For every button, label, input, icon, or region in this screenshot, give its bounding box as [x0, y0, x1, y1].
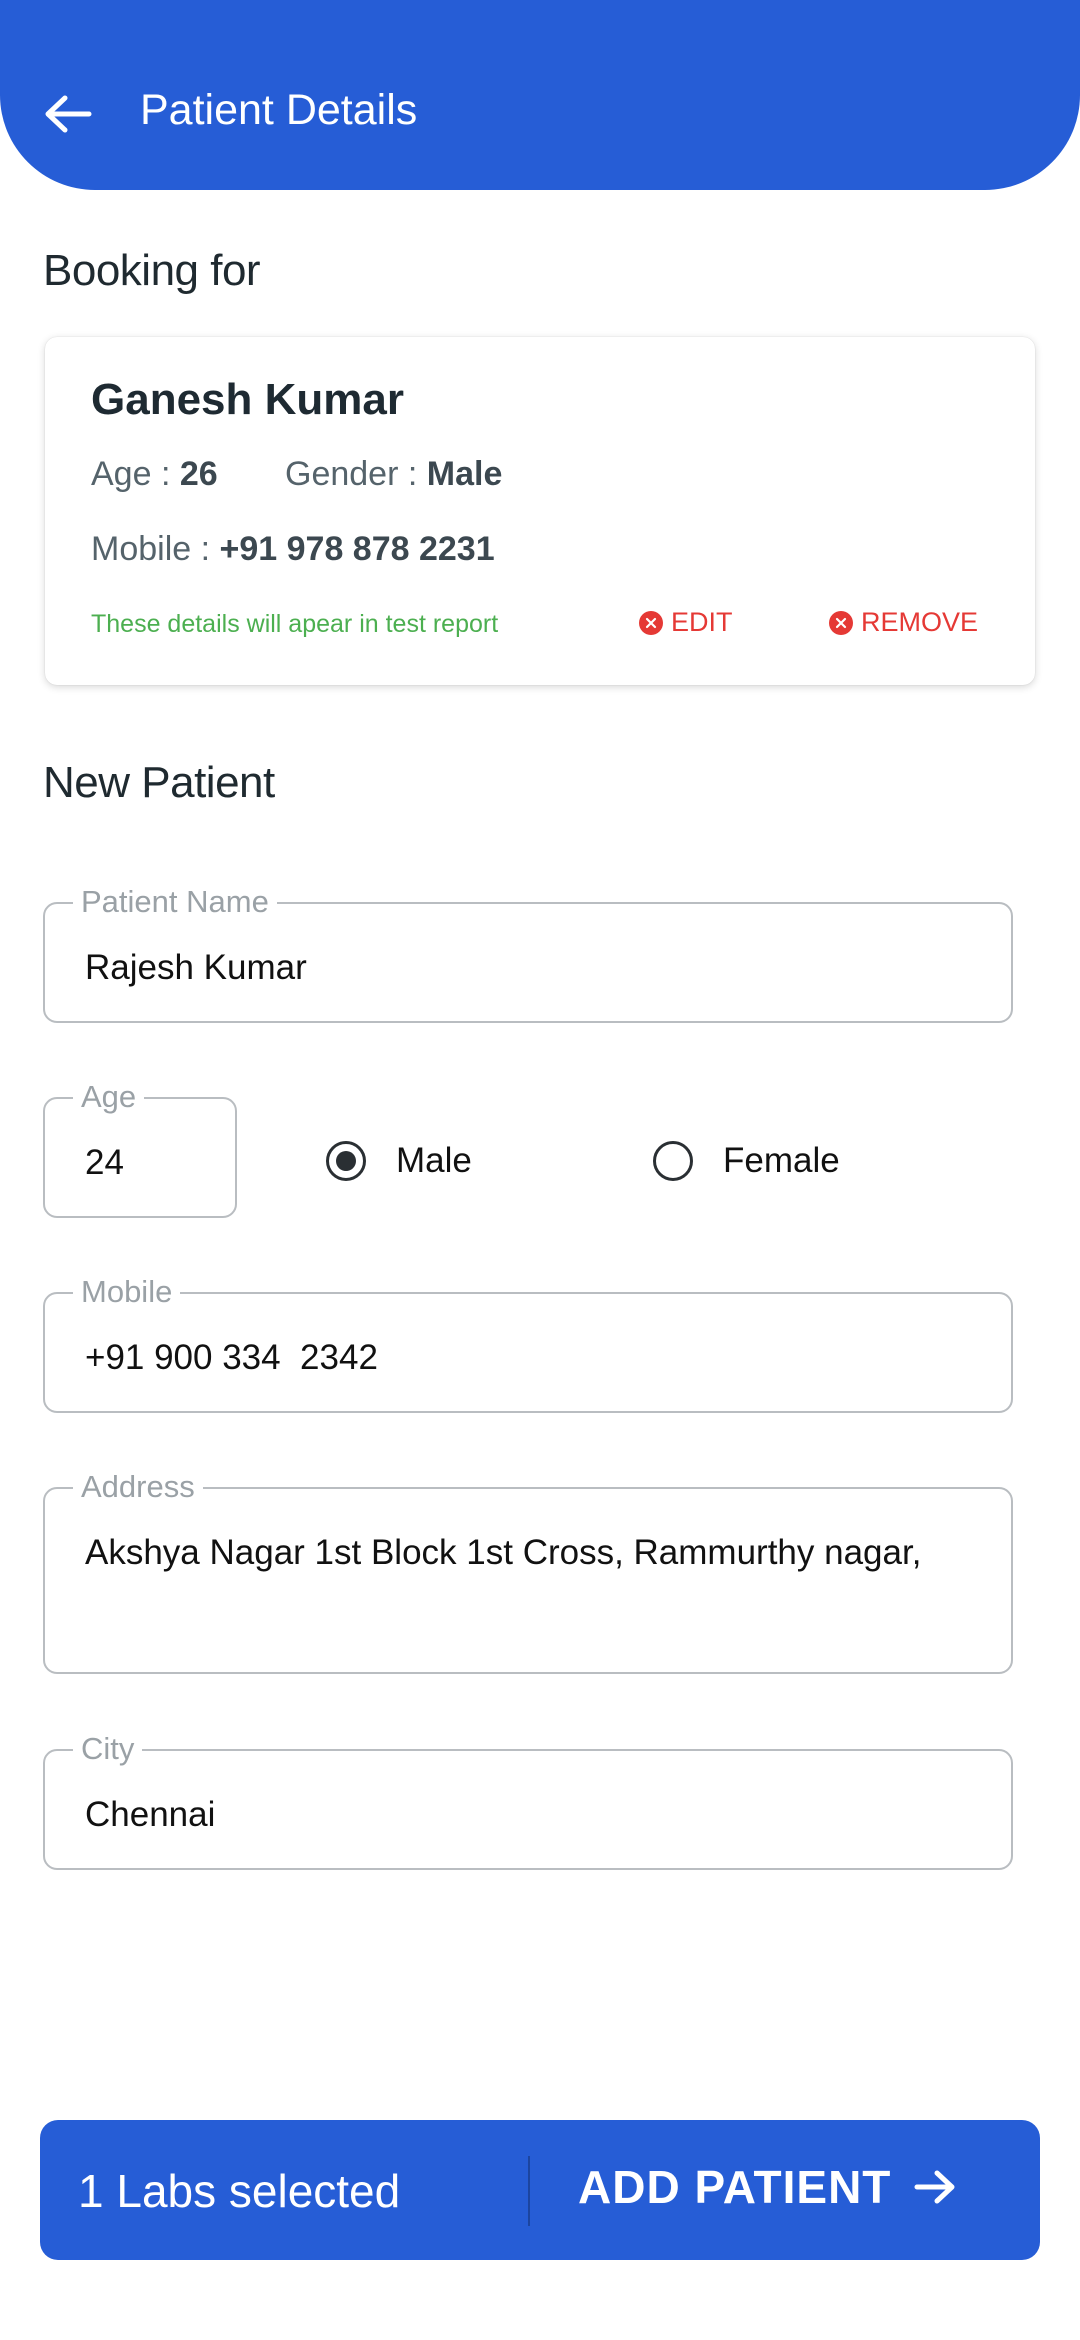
address-field-value: Akshya Nagar 1st Block 1st Cross, Rammur…	[85, 1533, 922, 1572]
app-header: Patient Details	[0, 0, 1080, 190]
add-patient-label: ADD PATIENT	[578, 2161, 892, 2213]
radio-checked-icon	[326, 1141, 366, 1181]
edit-button[interactable]: EDIT	[639, 607, 733, 638]
mobile-field[interactable]: Mobile +91 900 334 2342	[43, 1272, 1013, 1413]
city-field-label: City	[73, 1729, 143, 1769]
city-field-value: Chennai	[85, 1795, 216, 1834]
patient-name-label: Patient Name	[73, 882, 277, 922]
booking-patient-name: Ganesh Kumar	[91, 375, 404, 424]
booking-patient-card: Ganesh Kumar Age : 26 Gender : Male Mobi…	[45, 337, 1035, 685]
mobile-label: Mobile :	[91, 530, 211, 568]
age-field[interactable]: Age 24	[43, 1077, 237, 1218]
age-value: 26	[179, 455, 218, 493]
booking-gender: Gender : Male	[285, 455, 502, 494]
address-field[interactable]: Address Akshya Nagar 1st Block 1st Cross…	[43, 1467, 1013, 1674]
booking-mobile: Mobile : +91 978 878 2231	[91, 530, 495, 569]
labs-selected-count: 1 Labs selected	[78, 2165, 401, 2217]
mobile-field-label: Mobile	[73, 1272, 181, 1312]
booking-age: Age : 26	[91, 455, 218, 494]
patient-name-value: Rajesh Kumar	[85, 948, 307, 987]
edit-label: EDIT	[671, 607, 733, 637]
gender-option-label: Male	[396, 1141, 472, 1180]
age-field-value: 24	[85, 1143, 124, 1182]
age-field-label: Age	[73, 1077, 145, 1117]
close-circle-icon	[639, 610, 663, 635]
city-field[interactable]: City Chennai	[43, 1729, 1013, 1870]
gender-option-label: Female	[723, 1141, 840, 1180]
age-label: Age :	[91, 455, 171, 493]
back-button[interactable]	[36, 82, 100, 146]
bottom-action-bar: 1 Labs selected ADD PATIENT	[40, 2120, 1040, 2260]
remove-label: REMOVE	[861, 607, 979, 637]
divider	[528, 2156, 530, 2226]
mobile-field-value: +91 900 334 2342	[85, 1338, 378, 1377]
page-title: Patient Details	[140, 86, 418, 134]
arrow-left-icon	[45, 95, 92, 133]
add-patient-button[interactable]: ADD PATIENT	[578, 2160, 957, 2214]
booking-for-heading: Booking for	[43, 246, 261, 295]
address-field-label: Address	[73, 1467, 203, 1507]
gender-radio-male[interactable]: Male	[326, 1141, 472, 1181]
gender-value: Male	[426, 455, 503, 493]
arrow-right-icon	[914, 2170, 955, 2204]
mobile-value: +91 978 878 2231	[219, 530, 495, 568]
close-circle-icon	[829, 610, 853, 635]
gender-radio-female[interactable]: Female	[653, 1141, 840, 1181]
new-patient-heading: New Patient	[43, 758, 275, 807]
gender-label: Gender :	[285, 455, 418, 493]
remove-button[interactable]: REMOVE	[829, 607, 978, 638]
patient-name-field[interactable]: Patient Name Rajesh Kumar	[43, 882, 1013, 1023]
radio-unchecked-icon	[653, 1141, 693, 1181]
report-note: These details will apear in test report	[91, 610, 499, 638]
